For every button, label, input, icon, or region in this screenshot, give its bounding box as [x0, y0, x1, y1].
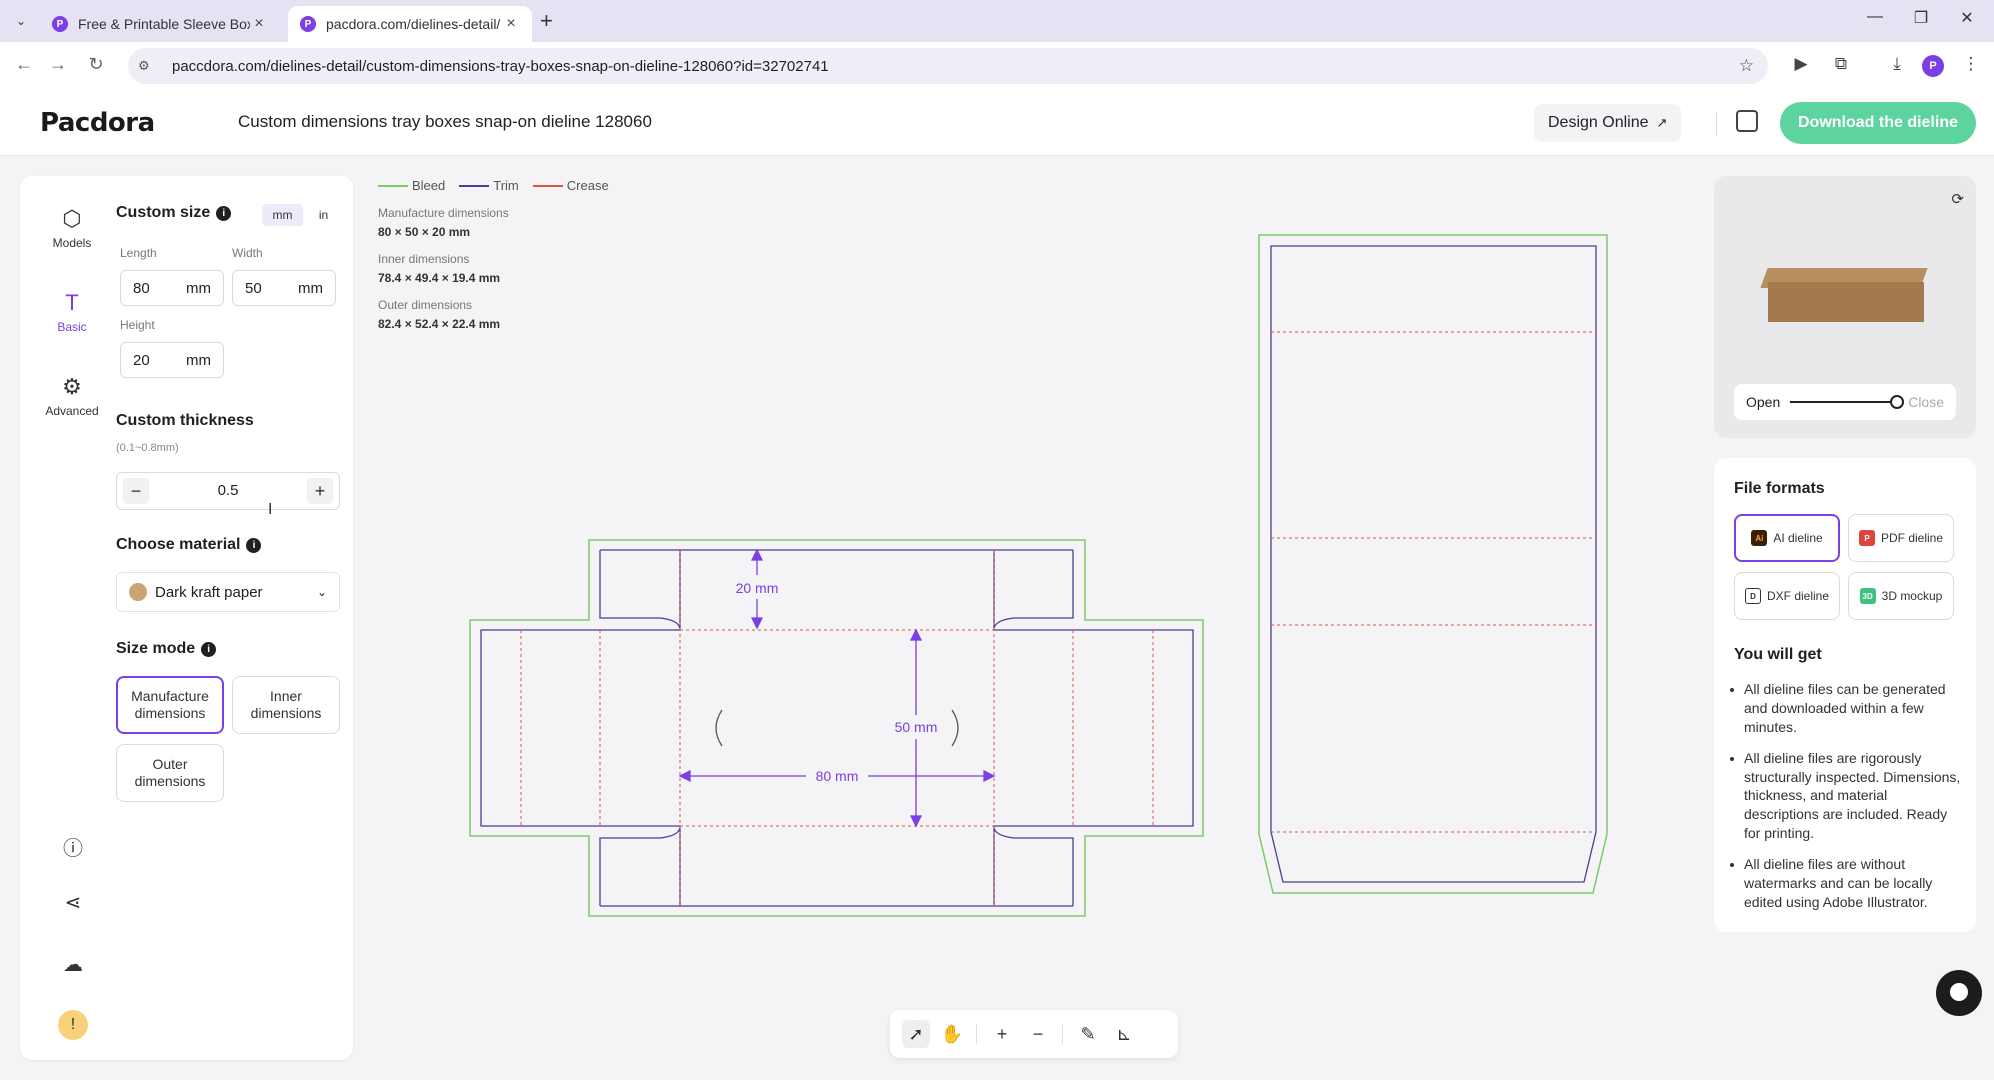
chat-support-button[interactable]: [1936, 970, 1982, 1016]
tray-crease-lines: [520, 550, 1154, 906]
ai-dieline-button[interactable]: Ai AI dieline: [1734, 514, 1840, 562]
dimension-length-label: 80 mm: [816, 768, 859, 784]
format-label: AI dieline: [1773, 531, 1823, 545]
you-will-get-title: You will get: [1734, 646, 1822, 663]
3d-preview-panel[interactable]: ⟳ Open Close: [1714, 176, 1976, 438]
zoom-out-icon[interactable]: −: [1024, 1020, 1052, 1048]
ai-file-icon: Ai: [1751, 530, 1768, 546]
tray-bleed-outline: [469, 539, 1204, 917]
toolbar-divider: [1062, 1024, 1063, 1044]
canvas-toolbar: ➚ ✋ + − ✎ ⊾: [890, 1010, 1178, 1058]
benefits-list: All dieline files can be generated and d…: [1730, 680, 1962, 924]
open-close-slider[interactable]: Open Close: [1734, 384, 1956, 420]
open-label: Open: [1746, 394, 1781, 410]
lid-bleed-outline: [1258, 234, 1608, 894]
lid-trim-outline: [1270, 245, 1597, 883]
list-item: All dieline files can be generated and d…: [1730, 680, 1962, 737]
3d-view-icon[interactable]: ⟳: [1951, 190, 1964, 208]
box-3d-render: [1760, 268, 1928, 328]
3d-mockup-button[interactable]: 3D 3D mockup: [1848, 572, 1954, 620]
dieline-canvas[interactable]: 20 mm 50 mm 80 mm: [0, 0, 1994, 1080]
ruler-tool-icon[interactable]: ⊾: [1110, 1020, 1138, 1048]
list-item: All dieline files are rigorously structu…: [1730, 749, 1962, 843]
dimension-height-label: 20 mm: [736, 580, 779, 596]
mockup-file-icon: 3D: [1859, 588, 1876, 604]
format-label: 3D mockup: [1881, 589, 1943, 603]
close-label: Close: [1908, 394, 1944, 410]
dimension-width-label: 50 mm: [895, 719, 938, 735]
box-front-face: [1768, 282, 1924, 322]
format-label: DXF dieline: [1766, 589, 1830, 603]
slider-handle[interactable]: [1890, 395, 1905, 409]
toolbar-divider: [976, 1024, 977, 1044]
lid-crease-lines: [1271, 331, 1596, 833]
tray-trim-lines: [480, 549, 1194, 907]
file-formats-panel: File formats Ai AI dieline P PDF dieline…: [1714, 458, 1976, 932]
select-tool-icon[interactable]: ➚: [902, 1020, 930, 1048]
dxf-file-icon: D: [1744, 588, 1761, 604]
format-label: PDF dieline: [1880, 531, 1944, 545]
list-item: All dieline files are without watermarks…: [1730, 855, 1962, 912]
zoom-in-icon[interactable]: +: [988, 1020, 1016, 1048]
pen-tool-icon[interactable]: ✎: [1074, 1020, 1102, 1048]
pdf-dieline-button[interactable]: P PDF dieline: [1848, 514, 1954, 562]
hand-tool-icon[interactable]: ✋: [938, 1020, 966, 1048]
file-formats-title: File formats: [1734, 480, 1825, 497]
pdf-file-icon: P: [1858, 530, 1875, 546]
dxf-dieline-button[interactable]: D DXF dieline: [1734, 572, 1840, 620]
slider-track[interactable]: [1790, 395, 1905, 409]
